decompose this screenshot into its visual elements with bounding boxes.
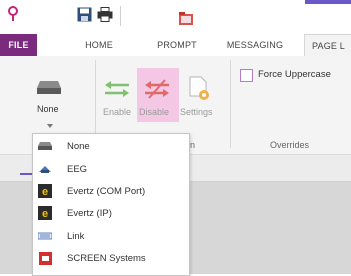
menu-item-evertz-ip[interactable]: e Evertz (IP)	[33, 202, 189, 224]
ribbon-separator	[230, 60, 231, 148]
print-icon[interactable]	[96, 4, 114, 24]
tab-home[interactable]: HOME	[80, 34, 118, 56]
enable-icon	[103, 78, 131, 100]
evertz-icon: e	[38, 206, 52, 220]
none-button[interactable]: None	[37, 104, 59, 114]
tab-prompt[interactable]: PROMPT	[152, 34, 202, 56]
overrides-group-label: Overrides	[270, 140, 310, 150]
menu-item-screen-systems[interactable]: SCREEN Systems	[33, 247, 189, 269]
settings-button[interactable]: Settings	[180, 107, 213, 117]
save-icon[interactable]	[75, 4, 93, 24]
eeg-icon	[38, 162, 52, 176]
device-icon	[38, 139, 52, 153]
pin-icon[interactable]	[4, 4, 22, 24]
enable-button[interactable]: Enable	[103, 107, 131, 117]
tab-page-layout[interactable]: PAGE L	[304, 34, 351, 57]
menu-item-link[interactable]: Link	[33, 225, 189, 247]
chevron-down-icon[interactable]	[47, 120, 53, 128]
screen-systems-icon	[38, 251, 52, 265]
force-uppercase-checkbox[interactable]	[240, 69, 253, 82]
svg-text:e: e	[42, 208, 48, 220]
settings-icon	[188, 76, 212, 102]
active-tab-indicator	[20, 173, 32, 175]
disable-label: Disable	[139, 107, 170, 117]
device-dropdown-menu: None EEG e Evertz (COM Port) e Evertz (I…	[32, 133, 190, 276]
menu-item-eeg[interactable]: EEG	[33, 158, 189, 180]
svg-text:e: e	[42, 186, 48, 198]
menu-item-none[interactable]: None	[33, 135, 189, 157]
tab-file[interactable]: FILE	[0, 34, 37, 56]
group-label-fragment: n	[190, 140, 196, 150]
folder-icon[interactable]	[177, 8, 195, 28]
link-icon	[38, 229, 52, 243]
force-uppercase-label[interactable]: Force Uppercase	[258, 69, 331, 80]
disable-button[interactable]: Disable	[137, 68, 179, 122]
evertz-icon: e	[38, 184, 52, 198]
accent-bar	[305, 0, 351, 4]
quick-access-toolbar	[0, 0, 351, 34]
disable-icon	[143, 78, 171, 100]
device-icon	[36, 79, 62, 95]
tab-messaging[interactable]: MESSAGING	[224, 34, 286, 56]
ribbon-tabs: FILE HOME PROMPT MESSAGING PAGE L	[0, 34, 351, 57]
toolbar-separator	[120, 6, 121, 26]
menu-item-evertz-com[interactable]: e Evertz (COM Port)	[33, 180, 189, 202]
